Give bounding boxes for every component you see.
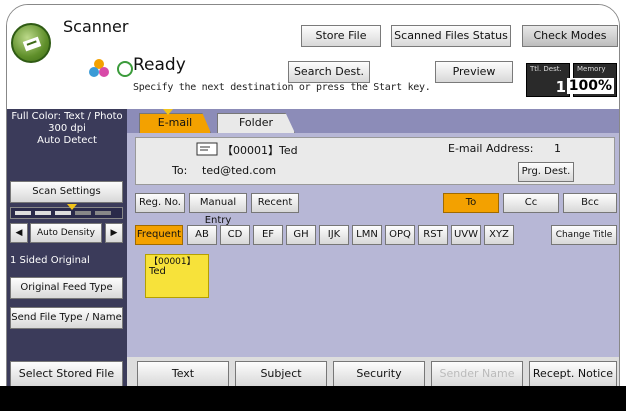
size-detect-text: Auto Detect [37, 135, 97, 146]
bottom-bezel [0, 386, 626, 411]
index-key-button[interactable]: UVW [451, 225, 481, 245]
density-segment [75, 211, 91, 215]
scan-settings-button[interactable]: Scan Settings [10, 181, 123, 203]
to-button[interactable]: To [443, 193, 499, 213]
total-dest-label: Ttl. Dest. [530, 65, 562, 73]
header: Scanner Store File Scanned Files Status … [7, 5, 619, 109]
density-segment [95, 211, 111, 215]
app-title: Scanner [63, 17, 129, 36]
resolution-text: 300 dpi [48, 123, 86, 134]
scanned-files-status-button[interactable]: Scanned Files Status [391, 25, 511, 47]
arrow-right-icon: ▶ [110, 228, 118, 238]
recent-button[interactable]: Recent [251, 193, 299, 213]
scan-mode-text: Full Color: Text / Photo [11, 111, 123, 122]
total-dest-value: 1 [555, 78, 566, 96]
store-file-button[interactable]: Store File [301, 25, 381, 47]
program-destination-button[interactable]: Prg. Dest. [518, 162, 574, 182]
density-segment [35, 211, 51, 215]
sender-name-button[interactable]: Sender Name [431, 361, 523, 387]
destination-card-ted[interactable]: 【00001】 Ted [145, 254, 209, 298]
selected-destination: 【00001】Ted To: ted@ted.com E-mail Addres… [135, 137, 615, 185]
index-key-button[interactable]: XYZ [484, 225, 514, 245]
preview-button[interactable]: Preview [435, 61, 513, 83]
email-address-label: E-mail Address: [448, 142, 534, 155]
email-address-count: 1 [554, 142, 561, 155]
index-key-button[interactable]: OPQ [385, 225, 415, 245]
destination-tabs: E-mail Folder [127, 109, 619, 133]
density-bar [10, 204, 123, 219]
index-key-button[interactable]: RST [418, 225, 448, 245]
search-dest-button[interactable]: Search Dest. [288, 61, 370, 83]
settings-panel: Full Color: Text / Photo 300 dpi Auto De… [7, 109, 127, 403]
send-file-type-button[interactable]: Send File Type / Name [10, 307, 123, 329]
destination-entry: 【00001】Ted [222, 144, 298, 157]
total-destinations-counter: Ttl. Dest. 1 [526, 63, 570, 97]
to-address: ted@ted.com [202, 164, 277, 177]
ready-indicator-icon [117, 61, 133, 77]
status-hint: Specify the next destination or press th… [133, 82, 431, 93]
email-destination-icon [196, 142, 218, 159]
scan-info: Full Color: Text / Photo 300 dpi Auto De… [9, 111, 125, 147]
original-sides-text: 1 Sided Original [10, 255, 90, 266]
index-key-button[interactable]: CD [220, 225, 250, 245]
index-key-button[interactable]: GH [286, 225, 316, 245]
destination-panel: E-mail Folder 【00001】Ted To: ted@ted.com… [127, 109, 619, 403]
text-button[interactable]: Text [137, 361, 229, 387]
memory-counter: Memory 100% [566, 63, 617, 97]
density-marker-icon [67, 204, 77, 210]
scanner-screen: Scanner Store File Scanned Files Status … [6, 4, 620, 404]
device-frame: Scanner Store File Scanned Files Status … [0, 0, 626, 411]
to-label: To: [172, 164, 188, 177]
original-feed-type-button[interactable]: Original Feed Type [10, 277, 123, 299]
security-button[interactable]: Security [333, 361, 425, 387]
select-stored-file-button[interactable]: Select Stored File [10, 361, 123, 387]
check-modes-button[interactable]: Check Modes [522, 25, 618, 47]
destination-name: Ted [149, 266, 166, 277]
memory-value: 100% [566, 78, 614, 94]
auto-density-button[interactable]: Auto Density [30, 223, 102, 243]
reg-no-button[interactable]: Reg. No. [135, 193, 185, 213]
arrow-left-icon: ◀ [15, 228, 23, 238]
manual-entry-button[interactable]: Manual Entry [189, 193, 247, 226]
density-lighter-button[interactable]: ◀ [10, 223, 28, 243]
tab-folder[interactable]: Folder [217, 113, 295, 133]
index-key-button[interactable]: EF [253, 225, 283, 245]
status-text: Ready [133, 55, 186, 75]
density-segment [15, 211, 31, 215]
index-key-button[interactable]: LMN [352, 225, 382, 245]
index-key-button[interactable]: AB [187, 225, 217, 245]
bcc-button[interactable]: Bcc [563, 193, 617, 213]
change-title-button[interactable]: Change Title [551, 225, 617, 245]
index-frequent-button[interactable]: Frequent [135, 225, 183, 245]
index-key-button[interactable]: IJK [319, 225, 349, 245]
scanner-app-icon [11, 23, 51, 63]
cc-button[interactable]: Cc [503, 193, 559, 213]
subject-button[interactable]: Subject [235, 361, 327, 387]
tab-marker-icon [163, 109, 173, 115]
tab-email[interactable]: E-mail [139, 113, 211, 133]
color-status-icon [88, 57, 110, 79]
recept-notice-button[interactable]: Recept. Notice [529, 361, 617, 387]
density-segment [55, 211, 71, 215]
memory-label: Memory [577, 65, 606, 73]
density-darker-button[interactable]: ▶ [105, 223, 123, 243]
